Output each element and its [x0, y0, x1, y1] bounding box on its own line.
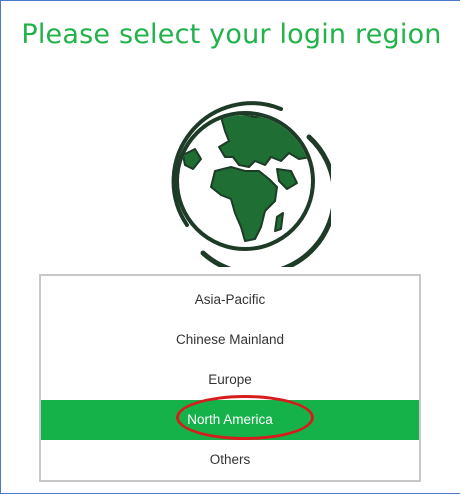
page-title: Please select your login region: [21, 19, 442, 50]
region-option-europe[interactable]: Europe: [41, 360, 419, 400]
region-list: Asia-Pacific Chinese Mainland Europe Nor…: [39, 274, 421, 482]
region-option-north-america[interactable]: North America: [41, 400, 419, 440]
earth-globe-icon: [171, 101, 331, 267]
region-option-chinese-mainland[interactable]: Chinese Mainland: [41, 320, 419, 360]
region-option-asia-pacific[interactable]: Asia-Pacific: [41, 280, 419, 320]
region-option-others[interactable]: Others: [41, 440, 419, 480]
login-region-panel: Please select your login region Asia-Pac…: [0, 0, 460, 494]
